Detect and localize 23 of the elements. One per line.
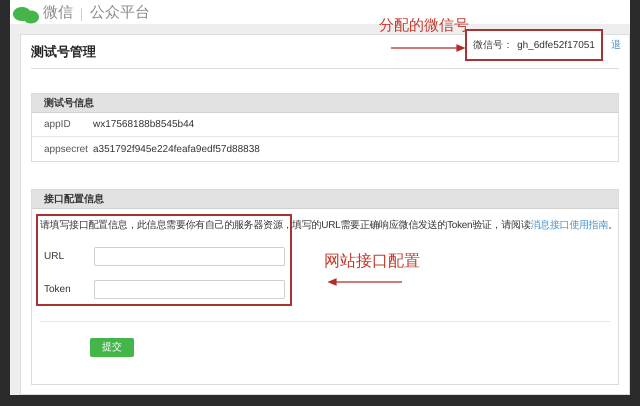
annotation-label: 分配的微信号: [379, 16, 469, 36]
instruction-text: 请填写接口配置信息，此信息需要你有自己的服务器资源，填写的URL需要正确响应微信发送的Token验证，请阅读消息接口使用指南。: [40, 219, 610, 233]
arrow-icon: [328, 278, 402, 286]
text-field[interactable]: [94, 280, 285, 299]
product-name: 公众平台: [90, 2, 150, 22]
field-label: appsecret: [44, 142, 89, 156]
field-label: appID: [44, 118, 72, 132]
account-label: 微信号：: [473, 38, 514, 52]
submit-button[interactable]: 提交: [90, 338, 134, 357]
chat-bubbles-icon: [13, 6, 39, 24]
account-id: gh_6dfe52f17051: [517, 38, 595, 52]
field-value: a351792f945e224feafa9edf57d88838: [93, 142, 260, 156]
section-header: 接口配置信息: [32, 190, 618, 209]
field-label: Token: [44, 283, 72, 297]
logout-link[interactable]: 退: [611, 38, 621, 53]
brand-name: 微信: [43, 2, 73, 22]
section-header: 测试号信息: [32, 94, 618, 113]
field-value: wx17568188b8545b44: [93, 118, 194, 132]
field-label: URL: [44, 250, 66, 264]
guide-link[interactable]: 消息接口使用指南: [530, 220, 608, 231]
page-title: 测试号管理: [31, 42, 96, 61]
annotation-label: 网站接口配置: [324, 252, 420, 272]
text-field[interactable]: [94, 247, 285, 266]
